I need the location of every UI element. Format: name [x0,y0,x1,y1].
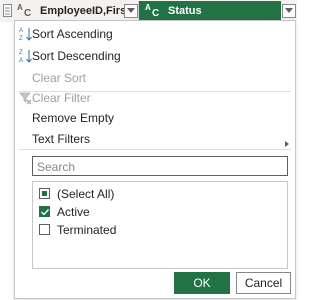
menu-label: Sort Descending [32,49,121,63]
menu-clear-filter[interactable]: Clear Filter [15,87,295,109]
column-title: Status [168,5,202,17]
column-title: EmployeeID,FirstNa... [40,5,129,17]
menu-label: Sort Ascending [32,27,113,41]
terminated-checkbox[interactable] [39,224,50,235]
menu-sort-descending[interactable]: Z A Sort Descending [15,45,295,67]
list-item-label: (Select All) [57,187,115,201]
sort-descending-icon: Z A [19,48,33,64]
menu-label: Text Filters [32,132,91,146]
cancel-button[interactable]: Cancel [236,272,291,294]
column-dropdown-button[interactable] [282,4,296,18]
value-list: (Select All) Active Terminated [32,181,288,269]
sort-ascending-icon: A Z [19,26,33,42]
filter-dropdown-panel: A Z Sort Ascending Z A Sort Descending C… [14,20,296,299]
chevron-right-icon [285,136,289,150]
menu-remove-empty[interactable]: Remove Empty [15,107,295,129]
svg-text:Z: Z [19,36,23,42]
search-placeholder: Search [37,160,76,174]
list-item-label: Terminated [57,223,117,237]
menu-text-filters[interactable]: Text Filters [15,128,295,150]
menu-label: Remove Empty [32,111,115,125]
column-dropdown-button[interactable] [124,4,138,18]
menu-label: Clear Sort [32,71,87,85]
svg-text:A: A [19,28,23,34]
menu-label: Clear Filter [32,91,91,105]
svg-text:A: A [19,58,23,64]
ok-button[interactable]: OK [174,272,230,294]
text-type-icon[interactable]: AC [17,3,39,19]
clear-filter-icon [19,90,33,106]
list-item-active[interactable]: Active [33,203,287,221]
list-item-label: Active [57,205,90,219]
active-checkbox[interactable] [39,206,50,217]
menu-sort-ascending[interactable]: A Z Sort Ascending [15,23,295,45]
column-expand-icon[interactable] [3,3,15,19]
column-header-bar: AC EmployeeID,FirstNa... AC Status [0,0,297,22]
column-header-employeeid[interactable]: AC EmployeeID,FirstNa... [0,1,139,21]
menu-separator [19,149,291,150]
list-item-select-all[interactable]: (Select All) [33,185,287,203]
list-item-terminated[interactable]: Terminated [33,221,287,239]
text-type-icon[interactable]: AC [145,3,167,19]
select-all-checkbox[interactable] [39,188,50,199]
menu-clear-sort[interactable]: Clear Sort [15,67,295,89]
search-input[interactable]: Search [32,156,288,176]
svg-text:Z: Z [19,50,23,56]
column-header-status[interactable]: AC Status [139,1,297,21]
